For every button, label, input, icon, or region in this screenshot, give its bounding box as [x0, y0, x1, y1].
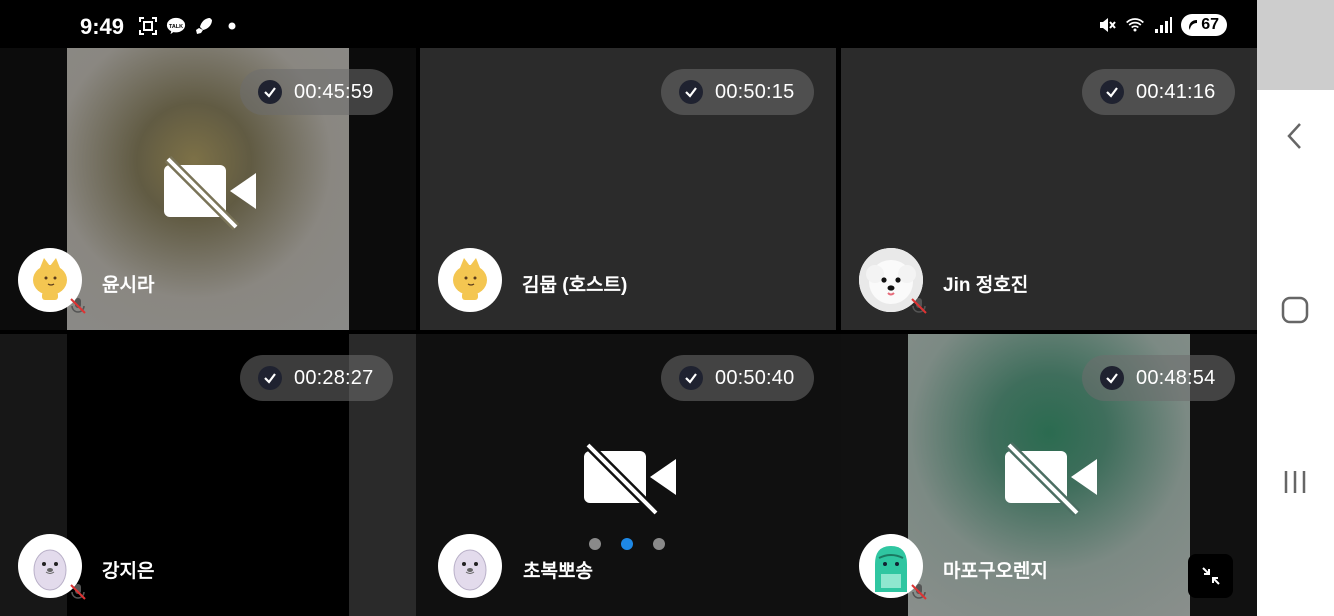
check-icon	[679, 366, 703, 390]
mute-icon	[1097, 15, 1117, 35]
status-time: 9:49	[80, 14, 125, 39]
dot-icon	[222, 16, 242, 36]
mic-muted-icon	[911, 584, 927, 600]
timer-pill: 00:50:40	[661, 355, 815, 401]
camera-off-icon	[164, 155, 256, 231]
video-grid: 00:45:59 윤시라 00:50:15 김뭅 (호스트) 00:41:16 …	[0, 48, 1257, 616]
home-icon	[1281, 296, 1309, 324]
timer-text: 00:41:16	[1136, 80, 1216, 103]
wifi-icon	[1125, 15, 1145, 35]
signal-icon	[1153, 15, 1173, 35]
mic-muted-icon	[70, 298, 86, 314]
check-icon	[258, 80, 282, 104]
timer-pill: 00:48:54	[1082, 355, 1236, 401]
status-icons-right: 67	[1097, 14, 1227, 36]
battery-indicator: 67	[1181, 14, 1227, 36]
timer-text: 00:50:15	[715, 80, 795, 103]
check-icon	[258, 366, 282, 390]
avatar	[18, 534, 86, 600]
camera-off-icon	[584, 441, 676, 517]
participant-tile[interactable]: 00:50:40 초복뽀송	[416, 334, 841, 616]
participant-name: 김뭅 (호스트)	[522, 275, 628, 296]
mic-muted-icon	[911, 298, 927, 314]
participant-name: 강지은	[102, 561, 155, 582]
participant-name: 마포구오렌지	[943, 561, 1048, 582]
rocket-icon	[194, 16, 214, 36]
minimize-icon	[1201, 567, 1220, 585]
recents-button[interactable]	[1275, 462, 1315, 502]
page-indicator	[589, 538, 665, 550]
avatar	[859, 534, 927, 600]
participant-name: 초복뽀송	[523, 561, 593, 582]
status-icons-left: TALK	[138, 16, 242, 36]
page-dot-active[interactable]	[621, 538, 633, 550]
svg-text:TALK: TALK	[169, 24, 183, 30]
participant-tile[interactable]: 00:41:16 Jin 정호진	[841, 48, 1257, 330]
kakaotalk-icon: TALK	[166, 16, 186, 36]
battery-level: 67	[1201, 16, 1219, 33]
timer-text: 00:45:59	[294, 80, 374, 103]
page-dot[interactable]	[589, 538, 601, 550]
status-bar: 9:49 TALK 67	[0, 0, 1257, 48]
home-button[interactable]	[1275, 290, 1315, 330]
mic-muted-icon	[70, 584, 86, 600]
back-button[interactable]	[1275, 116, 1315, 156]
check-icon	[1100, 80, 1124, 104]
participant-tile[interactable]: 00:45:59 윤시라	[0, 48, 416, 330]
camera-off-icon	[1005, 441, 1097, 517]
participant-name: Jin 정호진	[943, 275, 1029, 296]
avatar	[859, 248, 927, 314]
timer-pill: 00:41:16	[1082, 69, 1236, 115]
timer-pill: 00:28:27	[240, 355, 394, 401]
back-icon	[1287, 123, 1301, 149]
timer-pill: 00:45:59	[240, 69, 394, 115]
timer-text: 00:50:40	[715, 366, 795, 389]
check-icon	[1100, 366, 1124, 390]
battery-saver-icon	[1189, 20, 1198, 30]
recents-icon	[1284, 471, 1306, 493]
navigation-bar	[1257, 0, 1334, 616]
avatar	[18, 248, 86, 314]
nav-top-area	[1257, 0, 1334, 90]
participant-name: 윤시라	[102, 275, 155, 296]
participant-tile[interactable]: 00:28:27 강지은	[0, 334, 416, 616]
timer-text: 00:48:54	[1136, 366, 1216, 389]
avatar	[438, 534, 502, 598]
participant-tile[interactable]: 00:50:15 김뭅 (호스트)	[420, 48, 836, 330]
avatar	[438, 248, 502, 312]
check-icon	[679, 80, 703, 104]
timer-pill: 00:50:15	[661, 69, 815, 115]
screenshot-icon	[138, 16, 158, 36]
page-dot[interactable]	[653, 538, 665, 550]
minimize-button[interactable]	[1188, 554, 1233, 598]
timer-text: 00:28:27	[294, 366, 374, 389]
